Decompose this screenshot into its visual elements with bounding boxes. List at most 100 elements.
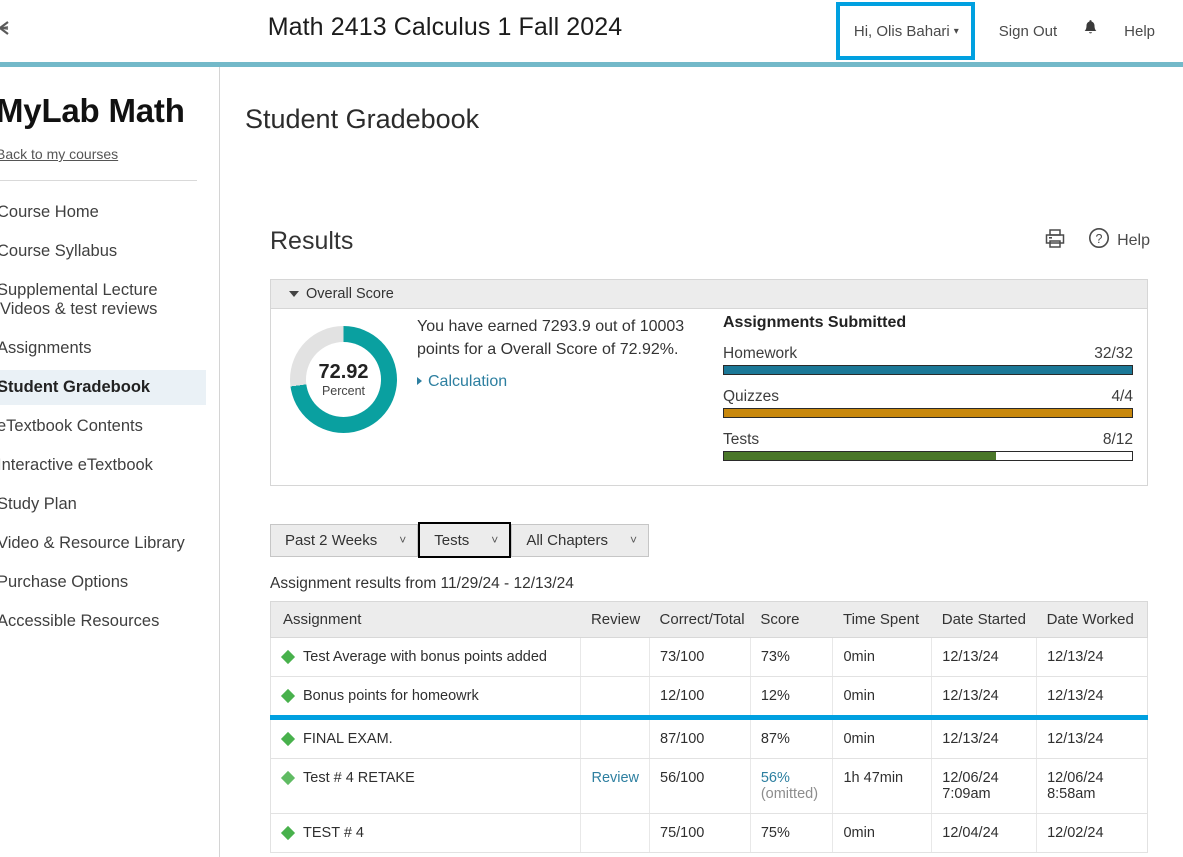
cell-date-started: 12/04/24	[931, 813, 1038, 853]
cell-date-started: 12/13/24	[931, 637, 1038, 677]
sidebar-item-assignments[interactable]: Assignments	[0, 331, 206, 366]
score-value: 87%	[760, 731, 790, 747]
main-content: Student Gradebook Results ? Help Overall…	[221, 67, 1183, 857]
filter-date-range[interactable]: Past 2 Weeks ˅	[270, 523, 419, 557]
progress-quizzes-fill	[724, 409, 1132, 417]
back-to-my-courses-link[interactable]: Back to my courses	[0, 146, 118, 162]
table-row[interactable]: Test # 4 RETAKE Review 56/100 56% (omitted) 1…	[269, 758, 1148, 814]
cell-date-worked: 12/06/24 8:58am	[1036, 758, 1148, 814]
cell-score: 12%	[750, 676, 834, 718]
progress-tests-fill	[724, 452, 997, 460]
sidebar-item-video-resource-library[interactable]: Video & Resource Library	[0, 526, 206, 561]
progress-tests-label: Tests	[723, 431, 760, 448]
progress-homework-fill	[724, 366, 1132, 374]
table-row[interactable]: FINAL EXAM. 87/100 87% 0min 12/13/24 12/13/24	[269, 715, 1148, 759]
cell-time-spent: 0min	[832, 637, 933, 677]
review-link[interactable]: Review	[591, 770, 639, 786]
filter-chapters[interactable]: All Chapters ˅	[511, 523, 650, 557]
cell-assignment[interactable]: FINAL EXAM.	[269, 715, 582, 759]
column-header-review[interactable]: Review	[580, 601, 650, 638]
sign-out-link[interactable]: Sign Out	[985, 23, 1071, 40]
sidebar-item-etextbook-contents[interactable]: eTextbook Contents	[0, 409, 206, 444]
date-worked-time: 8:58am	[1047, 786, 1096, 802]
progress-quizzes-value: 4/4	[1111, 388, 1133, 405]
cell-time-spent: 0min	[832, 715, 933, 759]
assignments-submitted-title: Assignments Submitted	[723, 314, 907, 331]
table-row[interactable]: Test Average with bonus points added 73/1…	[269, 637, 1148, 677]
cell-assignment[interactable]: Bonus points for homeowrk	[269, 676, 582, 718]
cell-score: 73%	[750, 637, 834, 677]
printer-icon[interactable]	[1044, 228, 1066, 254]
sidebar-item-interactive-etextbook[interactable]: Interactive eTextbook	[0, 448, 206, 483]
table-row[interactable]: Bonus points for homeowrk 12/100 12% 0min 12…	[269, 676, 1148, 718]
results-table-body: Test Average with bonus points added 73/1…	[269, 637, 1148, 853]
cell-time-spent: 0min	[832, 813, 933, 853]
table-row[interactable]: TEST # 4 75/100 75% 0min 12/04/24 12/02/24	[269, 813, 1148, 853]
header-actions: Hi, Olis Bahari ▾ Sign Out Help	[835, 0, 1169, 62]
sidebar-item-study-plan[interactable]: Study Plan	[0, 487, 206, 522]
column-header-date-worked[interactable]: Date Worked	[1036, 601, 1148, 638]
chevron-down-icon: ˅	[491, 533, 499, 547]
user-menu-button[interactable]: Hi, Olis Bahari ▾	[835, 2, 975, 60]
cell-review	[580, 715, 651, 759]
overall-score-donut: 72.92 Percent	[290, 326, 397, 433]
sidebar-item-accessible-resources[interactable]: Accessible Resources	[0, 604, 206, 639]
cell-score: 56% (omitted)	[750, 758, 834, 814]
notification-bell-icon[interactable]	[1071, 20, 1110, 42]
cell-correct-total: 73/100	[649, 637, 751, 677]
progress-homework-label: Homework	[723, 345, 798, 362]
cell-review: Review	[580, 758, 651, 814]
progress-homework-value: 32/32	[1094, 345, 1133, 362]
sidebar-nav: Course Home Course Syllabus Supplemental…	[0, 195, 206, 643]
assignments-submitted-panel: Assignments Submitted Homework 32/32 Qui…	[723, 314, 1133, 474]
help-link[interactable]: Help	[1110, 23, 1169, 40]
progress-quizzes: Quizzes 4/4	[723, 388, 1133, 418]
calculation-link[interactable]: Calculation	[417, 373, 507, 391]
cell-assignment[interactable]: TEST # 4	[269, 813, 582, 853]
cell-correct-total: 87/100	[649, 715, 751, 759]
column-header-date-started[interactable]: Date Started	[931, 601, 1037, 638]
sidebar-item-course-syllabus[interactable]: Course Syllabus	[0, 234, 206, 269]
column-header-assignment[interactable]: Assignment	[269, 601, 581, 638]
progress-homework: Homework 32/32	[723, 345, 1133, 375]
cell-review	[580, 676, 651, 718]
filter-category[interactable]: Tests ˅	[418, 522, 512, 558]
cell-date-started: 12/13/24	[931, 715, 1038, 759]
filter-date-range-label: Past 2 Weeks	[285, 531, 378, 549]
sidebar-item-supplemental-lecture[interactable]: Supplemental Lecture Videos & test revie…	[0, 273, 206, 327]
donut-value: 72.92	[318, 360, 369, 383]
column-header-correct-total[interactable]: Correct/Total	[649, 601, 751, 638]
cell-correct-total: 12/100	[649, 676, 751, 718]
column-header-score[interactable]: Score	[750, 601, 833, 638]
calculation-label: Calculation	[428, 373, 508, 390]
sidebar-item-purchase-options[interactable]: Purchase Options	[0, 565, 206, 600]
column-header-time-spent[interactable]: Time Spent	[832, 601, 932, 638]
score-value: 73%	[760, 649, 790, 665]
assignment-name: Test # 4 RETAKE	[303, 770, 415, 786]
score-value: 12%	[760, 688, 790, 704]
cell-score: 75%	[750, 813, 834, 853]
chevron-down-icon: ▾	[953, 25, 959, 37]
cell-assignment[interactable]: Test Average with bonus points added	[269, 637, 582, 677]
sidebar-item-student-gradebook[interactable]: Student Gradebook	[0, 370, 206, 405]
results-date-range: Assignment results from 11/29/24 - 12/13…	[270, 575, 574, 592]
status-diamond-icon	[280, 770, 296, 786]
cell-correct-total: 75/100	[649, 813, 751, 853]
cell-time-spent: 1h 47min	[832, 758, 933, 814]
cell-review	[580, 637, 651, 677]
overall-score-header[interactable]: Overall Score	[271, 280, 1147, 309]
progress-quizzes-label: Quizzes	[723, 388, 779, 405]
filter-bar: Past 2 Weeks ˅ Tests ˅ All Chapters ˅	[270, 522, 650, 558]
results-help-button[interactable]: ? Help	[1088, 227, 1150, 254]
filter-category-label: Tests	[434, 531, 470, 549]
sidebar-item-course-home[interactable]: Course Home	[0, 195, 206, 230]
cell-date-worked: 12/13/24	[1036, 637, 1148, 677]
chevron-down-icon: ˅	[630, 533, 638, 547]
progress-quizzes-track	[723, 408, 1133, 418]
cell-assignment[interactable]: Test # 4 RETAKE	[269, 758, 582, 814]
status-diamond-icon	[280, 731, 296, 747]
status-diamond-icon	[280, 649, 296, 665]
progress-tests-value: 8/12	[1102, 431, 1133, 448]
cell-date-worked: 12/13/24	[1036, 715, 1148, 759]
cell-date-started: 12/13/24	[931, 676, 1038, 718]
